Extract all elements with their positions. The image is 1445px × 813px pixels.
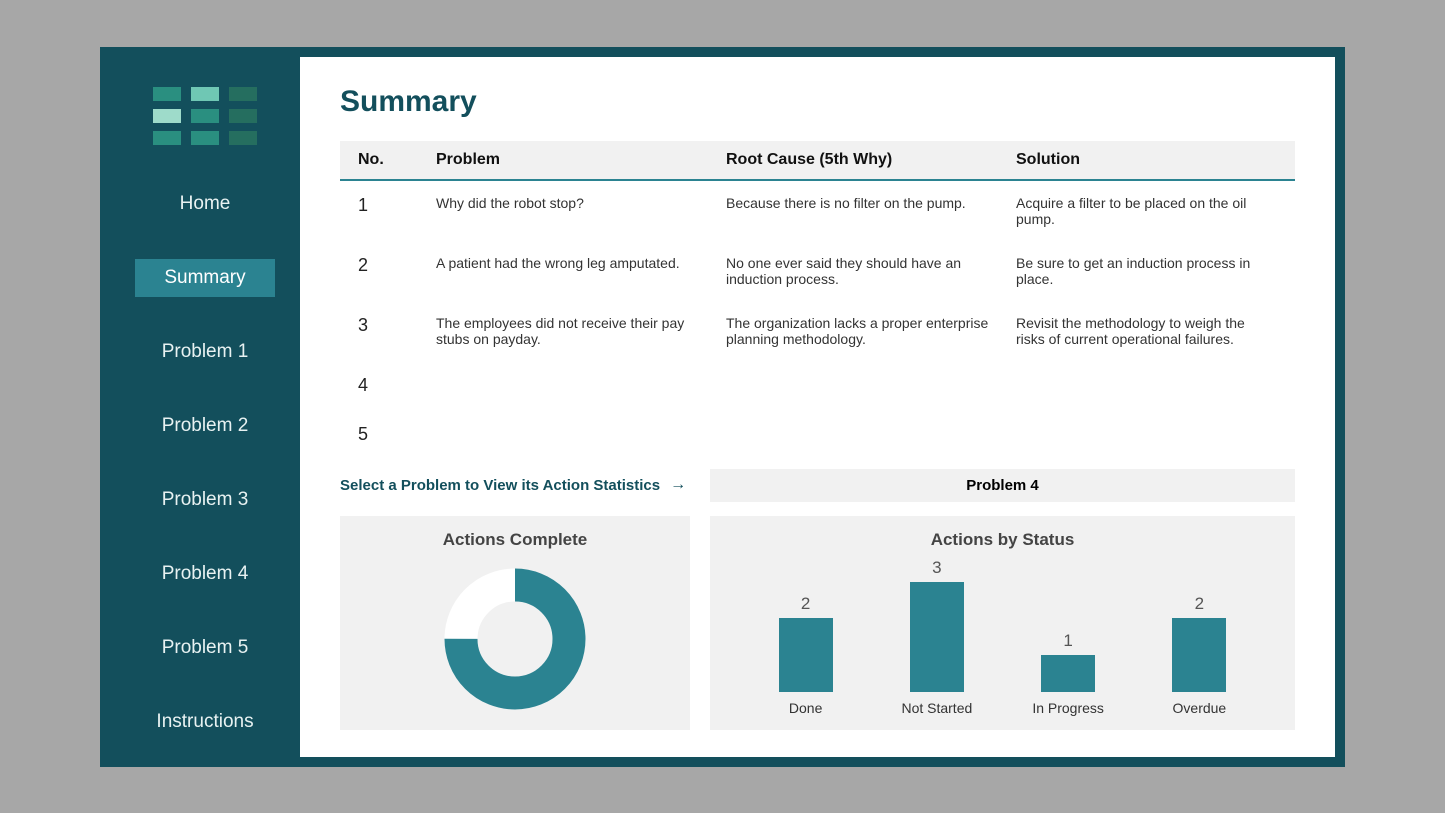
sidebar: Home Summary Problem 1 Problem 2 Problem… — [110, 57, 300, 757]
bar-value: 1 — [1063, 631, 1072, 651]
bar-value: 3 — [932, 558, 941, 578]
cell-no: 4 — [358, 375, 436, 396]
table-row[interactable]: 5 — [340, 410, 1295, 459]
prompt-row: Select a Problem to View its Action Stat… — [340, 469, 1295, 502]
cell-solution: Be sure to get an induction process in p… — [1016, 255, 1295, 287]
th-no: No. — [358, 151, 436, 169]
bar-value: 2 — [1195, 594, 1204, 614]
table-row[interactable]: 2 A patient had the wrong leg amputated.… — [340, 241, 1295, 301]
nav-problem-5[interactable]: Problem 5 — [135, 629, 275, 667]
bar-col: 2 Overdue — [1154, 594, 1244, 715]
cell-solution: Acquire a filter to be placed on the oil… — [1016, 195, 1295, 227]
bar-value: 2 — [801, 594, 810, 614]
bar-chart: 2 Done 3 Not Started 1 In Progress 2 Overdue — [720, 558, 1285, 720]
th-root: Root Cause (5th Why) — [726, 151, 1016, 169]
th-problem: Problem — [436, 151, 726, 169]
app-frame: Home Summary Problem 1 Problem 2 Problem… — [100, 47, 1345, 767]
bar-label: Done — [789, 700, 822, 716]
table-row[interactable]: 3 The employees did not receive their pa… — [340, 301, 1295, 361]
cell-root: The organization lacks a proper enterpri… — [726, 315, 1016, 347]
actions-by-status-card: Actions by Status 2 Done 3 Not Started 1 In P… — [710, 516, 1295, 730]
charts-row: Actions Complete Actions by Status 2 Done… — [340, 516, 1295, 730]
table-header: No. Problem Root Cause (5th Why) Solutio… — [340, 141, 1295, 181]
nav-problem-4[interactable]: Problem 4 — [135, 555, 275, 593]
cell-no: 1 — [358, 195, 436, 216]
table-row[interactable]: 1 Why did the robot stop? Because there … — [340, 181, 1295, 241]
cell-no: 2 — [358, 255, 436, 276]
arrow-right-icon: → — [670, 476, 686, 494]
table-row[interactable]: 4 — [340, 361, 1295, 410]
nav-instructions[interactable]: Instructions — [135, 703, 275, 741]
summary-table: No. Problem Root Cause (5th Why) Solutio… — [340, 141, 1295, 459]
cell-no: 3 — [358, 315, 436, 336]
cell-root: Because there is no filter on the pump. — [726, 195, 1016, 211]
nav: Home Summary Problem 1 Problem 2 Problem… — [110, 185, 300, 777]
nav-home[interactable]: Home — [135, 185, 275, 223]
bar — [910, 582, 964, 692]
cell-root: No one ever said they should have an ind… — [726, 255, 1016, 287]
bar-col: 3 Not Started — [892, 558, 982, 716]
bar-label: Overdue — [1173, 700, 1227, 716]
cell-problem: A patient had the wrong leg amputated. — [436, 255, 726, 271]
cell-problem: The employees did not receive their pay … — [436, 315, 726, 347]
chart-title: Actions Complete — [443, 530, 588, 550]
bar-col: 2 Done — [761, 594, 851, 715]
th-solution: Solution — [1016, 151, 1295, 169]
chart-title: Actions by Status — [931, 530, 1075, 550]
nav-problem-2[interactable]: Problem 2 — [135, 407, 275, 445]
bar — [779, 618, 833, 691]
main-panel: Summary No. Problem Root Cause (5th Why)… — [300, 57, 1335, 757]
bar-label: In Progress — [1032, 700, 1104, 716]
select-prompt: Select a Problem to View its Action Stat… — [340, 476, 690, 494]
bar-col: 1 In Progress — [1023, 631, 1113, 716]
donut-chart — [440, 558, 590, 720]
logo-icon — [153, 87, 257, 145]
cell-solution: Revisit the methodology to weigh the ris… — [1016, 315, 1295, 347]
nav-problem-3[interactable]: Problem 3 — [135, 481, 275, 519]
actions-complete-card: Actions Complete — [340, 516, 690, 730]
bar — [1041, 655, 1095, 692]
cell-no: 5 — [358, 424, 436, 445]
bar-label: Not Started — [901, 700, 972, 716]
cell-problem: Why did the robot stop? — [436, 195, 726, 211]
nav-problem-1[interactable]: Problem 1 — [135, 333, 275, 371]
page-title: Summary — [340, 85, 1295, 119]
bar — [1172, 618, 1226, 691]
prompt-text: Select a Problem to View its Action Stat… — [340, 477, 660, 494]
nav-summary[interactable]: Summary — [135, 259, 275, 297]
selected-problem[interactable]: Problem 4 — [710, 469, 1295, 502]
